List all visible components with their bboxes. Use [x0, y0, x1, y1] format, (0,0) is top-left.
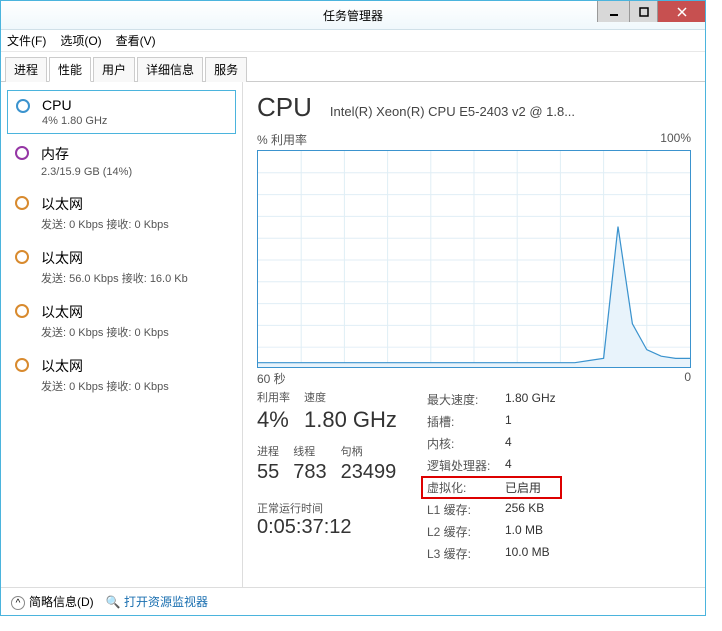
sidebar-item-title: 以太网 — [41, 194, 169, 214]
content: CPU4% 1.80 GHz内存2.3/15.9 GB (14%)以太网发送: … — [1, 82, 705, 587]
util-value: 4% — [257, 407, 290, 433]
menubar: 文件(F) 选项(O) 查看(V) — [1, 30, 705, 52]
logical-k: 逻辑处理器: — [427, 457, 505, 474]
chart-y-labels: % 利用率 100% — [257, 131, 691, 148]
sidebar-item-1[interactable]: 内存 2.3/15.9 GB (14%) — [1, 136, 242, 186]
main-panel: CPU Intel(R) Xeon(R) CPU E5-2403 v2 @ 1.… — [243, 82, 705, 587]
stats-left: 利用率 4% 速度 1.80 GHz 进程 55 线程 783 句柄 23499 正常运行… — [257, 389, 397, 562]
footer: ^简略信息(D) 🔍 打开资源监视器 — [1, 587, 705, 615]
sidebar-item-3[interactable]: 以太网发送: 56.0 Kbps 接收: 16.0 Kb — [1, 240, 242, 294]
maxspeed-k: 最大速度: — [427, 391, 505, 408]
tab-processes[interactable]: 进程 — [5, 57, 47, 82]
sidebar-item-0[interactable]: CPU 4% 1.80 GHz — [7, 90, 236, 134]
cpu-title: CPU — [257, 92, 312, 123]
proc-label: 进程 — [257, 443, 279, 459]
sidebar-item-4[interactable]: 以太网发送: 0 Kbps 接收: 0 Kbps — [1, 294, 242, 348]
virt-k: 虚拟化: — [427, 479, 505, 496]
sidebar-item-title: 以太网 — [41, 302, 169, 322]
menu-view[interactable]: 查看(V) — [116, 32, 156, 49]
chart-x-labels: 60 秒 0 — [257, 370, 691, 387]
handles-value: 23499 — [341, 461, 397, 484]
sidebar-item-sub: 2.3/15.9 GB (14%) — [41, 166, 132, 178]
tab-services[interactable]: 服务 — [205, 57, 247, 82]
menu-options[interactable]: 选项(O) — [60, 32, 101, 49]
cores-k: 内核: — [427, 435, 505, 452]
stats-right: 最大速度:1.80 GHz 插槽:1 内核:4 逻辑处理器:4 虚拟化:已启用 … — [427, 389, 556, 562]
threads-value: 783 — [293, 461, 326, 484]
chart-ylabel: % 利用率 — [257, 131, 307, 148]
sidebar-item-5[interactable]: 以太网发送: 0 Kbps 接收: 0 Kbps — [1, 348, 242, 402]
window-buttons — [597, 1, 705, 22]
l2-k: L2 缓存: — [427, 523, 505, 540]
eth-icon — [15, 196, 29, 210]
brief-toggle[interactable]: ^简略信息(D) — [11, 593, 94, 611]
chart-ymax: 100% — [660, 131, 691, 148]
speed-value: 1.80 GHz — [304, 407, 397, 433]
close-button[interactable] — [657, 1, 705, 22]
l3-v: 10.0 MB — [505, 545, 550, 562]
handles-label: 句柄 — [341, 443, 397, 459]
sockets-v: 1 — [505, 413, 512, 430]
cpu-chart[interactable] — [257, 150, 691, 368]
chart-xlabel-right: 0 — [684, 370, 691, 387]
sockets-k: 插槽: — [427, 413, 505, 430]
open-resource-monitor-link[interactable]: 🔍 打开资源监视器 — [106, 593, 208, 610]
sidebar-item-2[interactable]: 以太网发送: 0 Kbps 接收: 0 Kbps — [1, 186, 242, 240]
sidebar-item-title: 以太网 — [41, 356, 169, 376]
l1-v: 256 KB — [505, 501, 544, 518]
eth-icon — [15, 304, 29, 318]
l2-v: 1.0 MB — [505, 523, 543, 540]
mem-icon — [15, 146, 29, 160]
virt-v: 已启用 — [505, 479, 541, 496]
tab-performance[interactable]: 性能 — [49, 57, 91, 82]
cores-v: 4 — [505, 435, 512, 452]
virtualization-row: 虚拟化:已启用 — [421, 476, 562, 499]
chart-svg — [258, 151, 690, 367]
cpu-icon — [16, 99, 30, 113]
main-header: CPU Intel(R) Xeon(R) CPU E5-2403 v2 @ 1.… — [257, 92, 691, 123]
sidebar-item-sub: 发送: 0 Kbps 接收: 0 Kbps — [41, 216, 169, 232]
l3-k: L3 缓存: — [427, 545, 505, 562]
menu-file[interactable]: 文件(F) — [7, 32, 46, 49]
stats: 利用率 4% 速度 1.80 GHz 进程 55 线程 783 句柄 23499 正常运行… — [257, 389, 691, 562]
tab-details[interactable]: 详细信息 — [137, 57, 203, 82]
maximize-button[interactable] — [629, 1, 657, 22]
titlebar[interactable]: 任务管理器 — [1, 1, 705, 30]
util-label: 利用率 — [257, 389, 290, 405]
sidebar-item-title: CPU — [42, 97, 107, 113]
task-manager-window: 任务管理器 文件(F) 选项(O) 查看(V) 进程 性能 用户 详细信息 服务… — [0, 0, 706, 616]
threads-label: 线程 — [293, 443, 326, 459]
speed-label: 速度 — [304, 389, 397, 405]
maxspeed-v: 1.80 GHz — [505, 391, 556, 408]
sidebar-item-sub: 4% 1.80 GHz — [42, 115, 107, 127]
sidebar-item-sub: 发送: 56.0 Kbps 接收: 16.0 Kb — [41, 270, 188, 286]
chart-xlabel-left: 60 秒 — [257, 370, 286, 387]
uptime-label: 正常运行时间 — [257, 500, 397, 516]
sidebar-item-title: 内存 — [41, 144, 132, 164]
l1-k: L1 缓存: — [427, 501, 505, 518]
uptime-value: 0:05:37:12 — [257, 516, 397, 539]
sidebar-item-sub: 发送: 0 Kbps 接收: 0 Kbps — [41, 378, 169, 394]
proc-value: 55 — [257, 461, 279, 484]
tabs: 进程 性能 用户 详细信息 服务 — [1, 52, 705, 82]
tab-users[interactable]: 用户 — [93, 57, 135, 82]
logical-v: 4 — [505, 457, 512, 474]
eth-icon — [15, 358, 29, 372]
chevron-up-icon: ^ — [11, 596, 25, 610]
minimize-button[interactable] — [597, 1, 629, 22]
cpu-model: Intel(R) Xeon(R) CPU E5-2403 v2 @ 1.8... — [330, 104, 575, 119]
sidebar-item-title: 以太网 — [41, 248, 188, 268]
sidebar: CPU4% 1.80 GHz内存2.3/15.9 GB (14%)以太网发送: … — [1, 82, 243, 587]
sidebar-item-sub: 发送: 0 Kbps 接收: 0 Kbps — [41, 324, 169, 340]
eth-icon — [15, 250, 29, 264]
